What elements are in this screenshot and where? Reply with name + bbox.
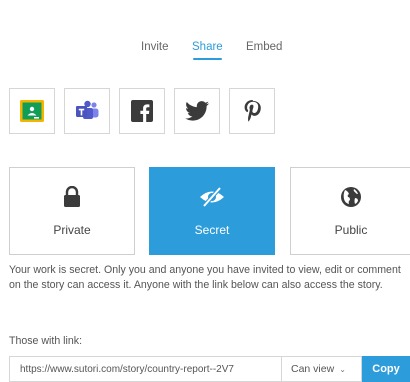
lock-icon [64, 186, 80, 207]
privacy-option-label: Private [53, 223, 91, 237]
privacy-option-label: Secret [194, 223, 230, 237]
twitter-icon [185, 101, 209, 121]
facebook-icon [131, 100, 153, 122]
google-classroom-icon [20, 100, 44, 122]
privacy-option-label: Public [334, 223, 368, 237]
privacy-option-public[interactable]: Public [290, 167, 410, 255]
pinterest-icon [244, 100, 261, 122]
google-classroom-button[interactable] [9, 88, 55, 134]
share-link-row: Can view ⌄ Copy [9, 356, 410, 382]
chevron-down-icon: ⌄ [339, 364, 346, 374]
tab-share[interactable]: Share [192, 40, 223, 54]
pinterest-button[interactable] [229, 88, 275, 134]
tab-invite[interactable]: Invite [141, 40, 169, 54]
privacy-option-private[interactable]: Private [9, 167, 135, 255]
twitter-button[interactable] [174, 88, 220, 134]
facebook-button[interactable] [119, 88, 165, 134]
share-tabs: Invite Share Embed [0, 40, 410, 64]
active-tab-indicator [193, 58, 222, 60]
link-section-label: Those with link: [9, 335, 83, 347]
permission-select[interactable]: Can view ⌄ [281, 356, 362, 382]
permission-value: Can view [291, 363, 335, 375]
microsoft-teams-icon [76, 100, 99, 119]
privacy-option-secret[interactable]: Secret [149, 167, 275, 255]
copy-button[interactable]: Copy [362, 356, 410, 382]
microsoft-teams-button[interactable] [64, 88, 110, 134]
eye-slash-icon [200, 186, 224, 208]
share-link-input[interactable] [9, 356, 281, 382]
tab-embed[interactable]: Embed [246, 40, 282, 54]
globe-icon [341, 187, 361, 207]
privacy-description: Your work is secret. Only you and anyone… [9, 264, 401, 291]
